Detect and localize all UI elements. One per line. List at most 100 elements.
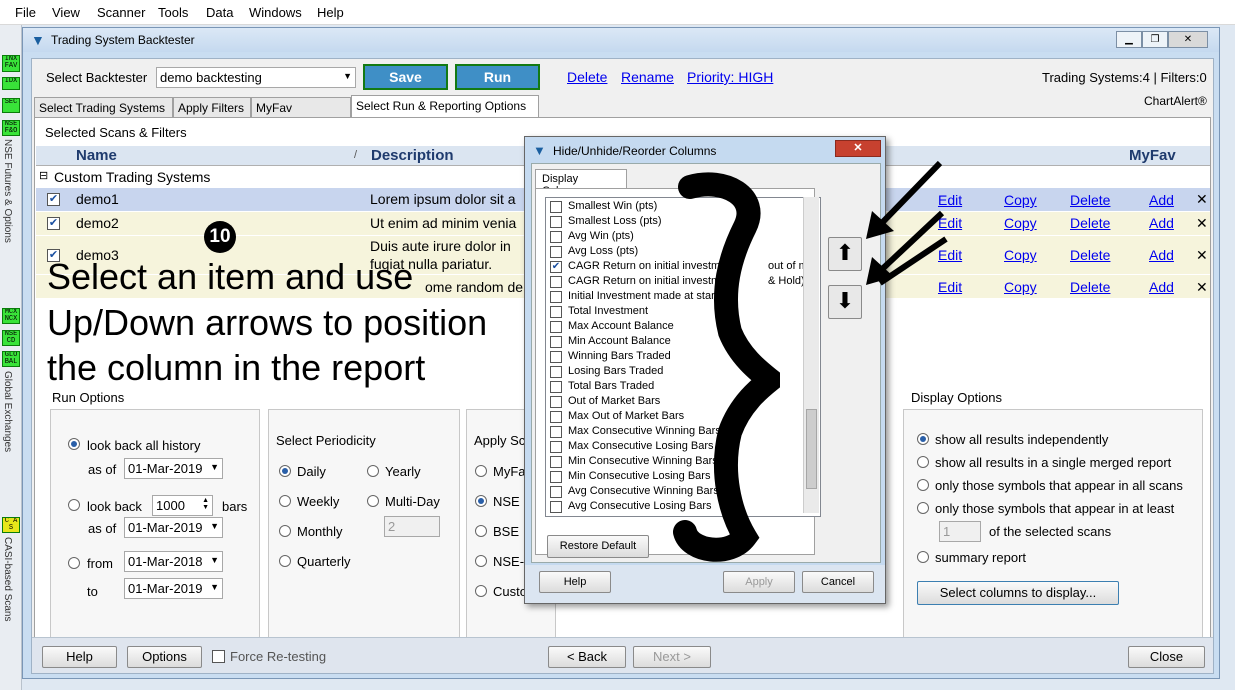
yearly-radio[interactable]: [367, 465, 379, 477]
tab-display-columns[interactable]: Display Columns: [535, 169, 627, 197]
delete-row-link[interactable]: Delete: [1070, 247, 1110, 263]
tag-nse-cd[interactable]: NSE CD: [2, 330, 20, 346]
move-down-icon[interactable]: ⬇: [828, 285, 862, 319]
row-checkbox[interactable]: ✔: [47, 217, 60, 230]
tag-inx-fav[interactable]: INX FAV: [2, 55, 20, 72]
column-checkbox[interactable]: [550, 366, 562, 378]
next-button[interactable]: Next >: [633, 646, 711, 668]
column-checkbox[interactable]: [550, 501, 562, 513]
menu-tools[interactable]: Tools: [158, 5, 188, 20]
date-dropdown[interactable]: 01-Mar-2019 ▼: [124, 458, 223, 479]
tag-mcx-ncx[interactable]: MCX NCX: [2, 308, 20, 324]
add-link[interactable]: Add: [1149, 215, 1174, 231]
delete-row-link[interactable]: Delete: [1070, 279, 1110, 295]
back-button[interactable]: < Back: [548, 646, 626, 668]
menu-help[interactable]: Help: [317, 5, 344, 20]
remove-icon[interactable]: ✕: [1196, 279, 1208, 296]
move-up-icon[interactable]: ⬆: [828, 237, 862, 271]
scroll-thumb[interactable]: [806, 409, 817, 489]
column-checkbox[interactable]: [550, 396, 562, 408]
close-button[interactable]: Close: [1128, 646, 1205, 668]
delete-row-link[interactable]: Delete: [1070, 215, 1110, 231]
cancel-button[interactable]: Cancel: [802, 571, 874, 593]
delete-link[interactable]: Delete: [567, 69, 607, 85]
column-checkbox[interactable]: [550, 381, 562, 393]
date-dropdown[interactable]: 01-Mar-2019 ▼: [124, 578, 223, 599]
look-back-all-radio[interactable]: [68, 438, 80, 450]
add-link[interactable]: Add: [1149, 192, 1174, 208]
column-checkbox[interactable]: ✔: [550, 261, 562, 273]
multiday-radio[interactable]: [367, 495, 379, 507]
date-dropdown[interactable]: 01-Mar-2019 ▼: [124, 517, 223, 538]
remove-icon[interactable]: ✕: [1196, 191, 1208, 208]
tab-select-trading-systems[interactable]: Select Trading Systems: [34, 97, 173, 117]
global-exchanges-label[interactable]: Global Exchanges: [2, 371, 13, 481]
scan-count-stepper[interactable]: 1: [939, 521, 981, 542]
select-columns-button[interactable]: Select columns to display...: [917, 581, 1119, 605]
bars-stepper[interactable]: 1000 ▲ ▼: [152, 495, 213, 516]
copy-link[interactable]: Copy: [1004, 247, 1037, 263]
monthly-radio[interactable]: [279, 525, 291, 537]
display-radio[interactable]: [917, 479, 929, 491]
nse-fo-label[interactable]: NSE Futures & Options: [2, 139, 13, 269]
tab-myfav[interactable]: MyFav TS/Filters: [251, 97, 351, 129]
force-retest-checkbox[interactable]: [212, 650, 225, 663]
date-dropdown[interactable]: 01-Mar-2018 ▼: [124, 551, 223, 572]
column-checkbox[interactable]: [550, 231, 562, 243]
add-link[interactable]: Add: [1149, 279, 1174, 295]
daily-radio[interactable]: [279, 465, 291, 477]
menu-data[interactable]: Data: [206, 5, 233, 20]
backtester-dropdown[interactable]: demo backtesting ▼: [156, 67, 356, 88]
menu-file[interactable]: File: [15, 5, 36, 20]
options-button[interactable]: Options: [127, 646, 202, 668]
column-checkbox[interactable]: [550, 456, 562, 468]
column-checkbox[interactable]: [550, 291, 562, 303]
column-checkbox[interactable]: [550, 216, 562, 228]
display-radio[interactable]: [917, 456, 929, 468]
minimize-icon[interactable]: ▁: [1116, 31, 1142, 48]
tag-nse-fo[interactable]: NSE F&O: [2, 120, 20, 136]
collapse-icon[interactable]: ⊟: [39, 169, 48, 182]
column-checkbox[interactable]: [550, 246, 562, 258]
tab-run-reporting[interactable]: Select Run & Reporting Options: [351, 95, 539, 118]
remove-icon[interactable]: ✕: [1196, 247, 1208, 264]
tag-global[interactable]: GLO BAL: [2, 351, 20, 367]
casi-label[interactable]: CASI-based Scans: [2, 537, 13, 637]
delete-row-link[interactable]: Delete: [1070, 192, 1110, 208]
restore-icon[interactable]: ❐: [1142, 31, 1168, 48]
column-checkbox[interactable]: [550, 486, 562, 498]
tag-idx[interactable]: IDX: [2, 77, 20, 90]
display-radio[interactable]: [917, 502, 929, 514]
col-myfav[interactable]: MyFav: [1129, 147, 1176, 164]
row-checkbox[interactable]: ✔: [47, 193, 60, 206]
rename-link[interactable]: Rename: [621, 69, 674, 85]
column-checkbox[interactable]: [550, 321, 562, 333]
restore-default-button[interactable]: Restore Default: [547, 535, 649, 558]
display-radio[interactable]: [917, 551, 929, 563]
display-radio[interactable]: [917, 433, 929, 445]
from-radio[interactable]: [68, 557, 80, 569]
col-name[interactable]: Name: [76, 147, 117, 164]
menu-view[interactable]: View: [52, 5, 80, 20]
multiday-stepper[interactable]: 2: [384, 516, 440, 537]
dialog-help-button[interactable]: Help: [539, 571, 611, 593]
menu-scanner[interactable]: Scanner: [97, 5, 145, 20]
save-button[interactable]: Save: [363, 64, 448, 90]
column-checkbox[interactable]: [550, 276, 562, 288]
column-checkbox[interactable]: [550, 441, 562, 453]
apply-button[interactable]: Apply: [723, 571, 795, 593]
close-icon[interactable]: ✕: [1168, 31, 1208, 48]
menu-windows[interactable]: Windows: [249, 5, 302, 20]
remove-icon[interactable]: ✕: [1196, 215, 1208, 232]
tab-apply-filters[interactable]: Apply Filters: [173, 97, 251, 117]
copy-link[interactable]: Copy: [1004, 215, 1037, 231]
scan-radio[interactable]: [475, 465, 487, 477]
quarterly-radio[interactable]: [279, 555, 291, 567]
priority-link[interactable]: Priority: HIGH: [687, 69, 773, 85]
column-checkbox[interactable]: [550, 351, 562, 363]
look-back-radio[interactable]: [68, 499, 80, 511]
add-link[interactable]: Add: [1149, 247, 1174, 263]
tag-sec[interactable]: SEC: [2, 98, 20, 113]
column-checkbox[interactable]: [550, 426, 562, 438]
help-button[interactable]: Help: [42, 646, 117, 668]
